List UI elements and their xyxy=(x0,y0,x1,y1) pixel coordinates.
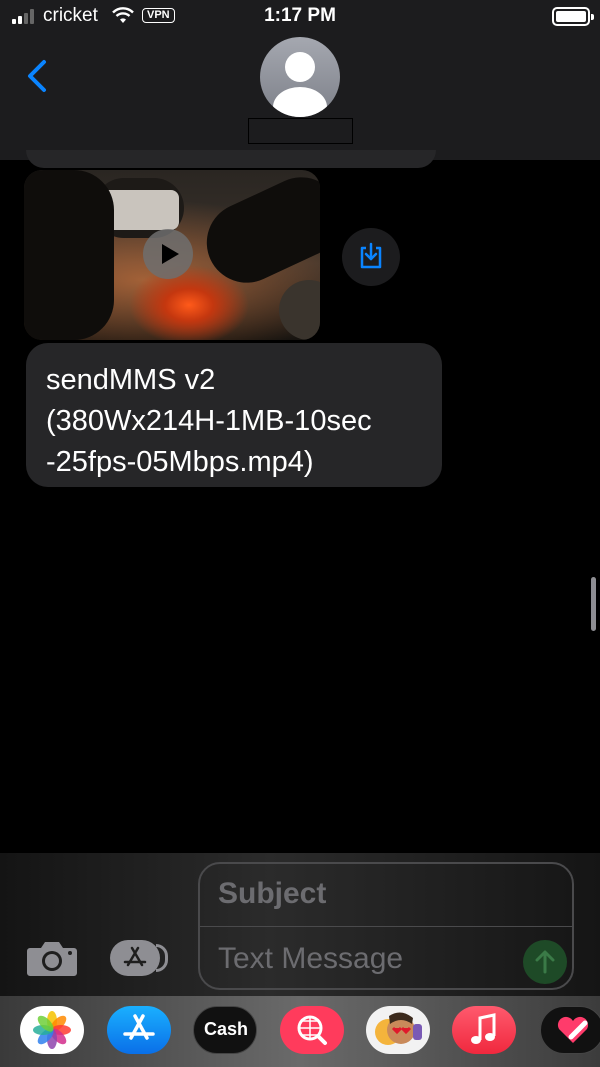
photos-icon xyxy=(33,1011,71,1049)
music-note-icon xyxy=(471,1013,496,1044)
app-store-icon xyxy=(123,946,147,967)
arrow-up-icon xyxy=(535,950,555,974)
play-icon xyxy=(162,244,179,264)
previous-message-bubble[interactable] xyxy=(26,150,436,168)
app-store-icon xyxy=(123,1014,155,1040)
app-music[interactable] xyxy=(452,1006,516,1054)
camera-icon[interactable] xyxy=(26,938,78,978)
message-bubble[interactable]: sendMMS v2 (380Wx214H-1MB-10sec -25fps-0… xyxy=(26,343,442,487)
save-to-device-icon xyxy=(360,242,382,269)
app-memoji[interactable] xyxy=(366,1006,430,1054)
chevron-left-icon[interactable] xyxy=(18,54,58,98)
person-silhouette-icon xyxy=(285,52,315,82)
status-time: 1:17 PM xyxy=(264,5,336,26)
play-button[interactable] xyxy=(143,229,193,279)
contact-name[interactable] xyxy=(248,118,353,144)
text-message-placeholder: Text Message xyxy=(218,942,404,975)
video-attachment[interactable] xyxy=(24,170,320,340)
app-image-search[interactable] xyxy=(280,1006,344,1054)
apple-cash-label: Cash xyxy=(203,1019,248,1039)
memoji-icon xyxy=(375,1012,422,1045)
app-digital-touch[interactable] xyxy=(540,1006,600,1054)
message-text: sendMMS v2 (380Wx214H-1MB-10sec -25fps-0… xyxy=(46,364,372,478)
subject-placeholder: Subject xyxy=(218,877,327,910)
contact-avatar[interactable] xyxy=(260,37,340,117)
save-video-button[interactable] xyxy=(342,228,400,286)
heart-icon xyxy=(557,1016,589,1043)
send-button[interactable] xyxy=(523,940,567,984)
globe-search-icon xyxy=(297,1015,327,1045)
app-app-store[interactable] xyxy=(107,1006,171,1054)
scroll-indicator[interactable] xyxy=(591,577,596,631)
app-apple-cash[interactable]: Cash xyxy=(193,1006,257,1054)
app-photos[interactable] xyxy=(20,1006,84,1054)
status-bar: cricket VPN 1:17 PM xyxy=(0,0,600,34)
message-input-box[interactable]: Subject Text Message xyxy=(198,862,574,990)
subject-field[interactable]: Subject xyxy=(200,864,572,927)
apps-button[interactable] xyxy=(110,938,170,978)
conversation-header xyxy=(0,34,600,160)
battery-icon xyxy=(552,7,594,26)
imessage-app-drawer: Cash xyxy=(0,996,600,1067)
message-composer: Subject Text Message xyxy=(0,853,600,996)
